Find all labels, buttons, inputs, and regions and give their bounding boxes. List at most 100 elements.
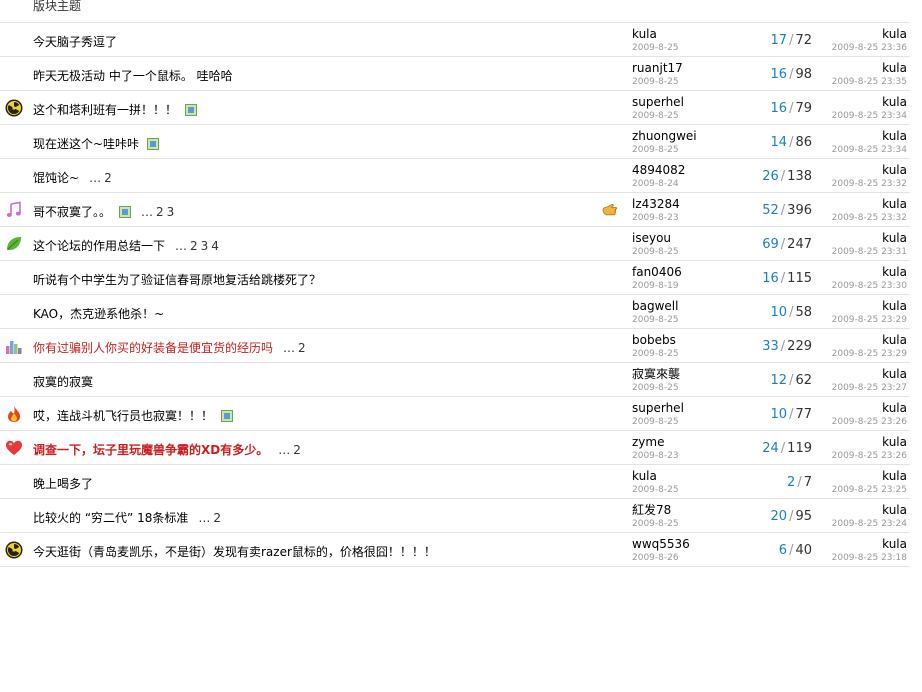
last-post-time-link[interactable]: 2009-8-25 23:29 bbox=[832, 349, 907, 359]
thread-title-link[interactable]: 这个和塔利班有一拼！！！ bbox=[33, 103, 177, 117]
view-count: 58 bbox=[795, 305, 812, 320]
page-link[interactable]: 2 bbox=[156, 205, 164, 219]
thread-title-link[interactable]: 今天逛街（青岛麦凯乐，不是街）发现有卖razer鼠标的，价格很囧！！！！ bbox=[33, 545, 436, 559]
thread-title-link[interactable]: 今天脑子秀逗了 bbox=[33, 35, 117, 49]
author-link[interactable]: kula bbox=[632, 27, 679, 41]
page-link[interactable]: 2 bbox=[298, 341, 306, 355]
page-link[interactable]: 2 bbox=[293, 443, 301, 457]
thread-title-link[interactable]: 这个论坛的作用总结一下 bbox=[33, 239, 165, 253]
last-post-time-link[interactable]: 2009-8-25 23:30 bbox=[832, 281, 907, 291]
view-count: 77 bbox=[795, 407, 812, 422]
thread-title-cell: 这个和塔利班有一拼！！！ bbox=[33, 101, 198, 118]
heart-icon bbox=[5, 439, 23, 457]
last-post: kula 2009-8-25 23:30 bbox=[832, 265, 907, 291]
thread-title-link[interactable]: 昨天无极活动 中了一个鼠标。 哇哈哈 bbox=[33, 69, 233, 83]
last-post-time-link[interactable]: 2009-8-25 23:34 bbox=[832, 111, 907, 121]
reply-view-counts: 17/72 bbox=[771, 33, 812, 48]
last-post-user-link[interactable]: kula bbox=[832, 333, 907, 347]
reply-view-counts: 69/247 bbox=[762, 237, 812, 252]
thread-title-link[interactable]: 调查一下，坛子里玩魔兽争霸的XD有多少。 bbox=[33, 443, 268, 457]
count-separator: / bbox=[780, 203, 786, 218]
thread-title-link[interactable]: 你有过骗别人你买的好装备是便宜货的经历吗 bbox=[33, 341, 273, 355]
page-link[interactable]: 2 bbox=[104, 171, 112, 185]
last-post-time-link[interactable]: 2009-8-25 23:32 bbox=[832, 213, 907, 223]
last-post-user-link[interactable]: kula bbox=[832, 27, 907, 41]
thread-row: 馄饨论~ … 2 4894082 2009-8-24 26/138 kula 2009-8-2… bbox=[0, 159, 910, 193]
author-link[interactable]: 4894082 bbox=[632, 163, 685, 177]
author-link[interactable]: 寂寞來襲 bbox=[632, 367, 680, 381]
author-link[interactable]: bobebs bbox=[632, 333, 679, 347]
last-post-user-link[interactable]: kula bbox=[832, 61, 907, 75]
last-post-time-link[interactable]: 2009-8-25 23:26 bbox=[832, 451, 907, 461]
last-post-user-link[interactable]: kula bbox=[832, 401, 907, 415]
last-post-time-link[interactable]: 2009-8-25 23:24 bbox=[832, 519, 907, 529]
thread-row: 今天逛街（青岛麦凯乐，不是街）发现有卖razer鼠标的，价格很囧！！！！ wwq5… bbox=[0, 533, 910, 567]
reply-view-counts: 33/229 bbox=[762, 339, 812, 354]
author-link[interactable]: 紅发78 bbox=[632, 503, 679, 517]
page-link[interactable]: 3 bbox=[167, 205, 175, 219]
last-post-time-link[interactable]: 2009-8-25 23:35 bbox=[832, 77, 907, 87]
thread-title-link[interactable]: 晚上喝多了 bbox=[33, 477, 93, 491]
page-link[interactable]: 3 bbox=[201, 239, 209, 253]
last-post-user-link[interactable]: kula bbox=[832, 265, 907, 279]
author-link[interactable]: ruanjt17 bbox=[632, 61, 683, 75]
author-link[interactable]: iseyou bbox=[632, 231, 679, 245]
reply-count: 17 bbox=[770, 33, 788, 48]
thread-title-link[interactable]: 馄饨论~ bbox=[33, 171, 79, 185]
last-post-user-link[interactable]: kula bbox=[832, 299, 907, 313]
post-date: 2009-8-25 bbox=[632, 315, 679, 325]
last-post-time-link[interactable]: 2009-8-25 23:25 bbox=[832, 485, 907, 495]
last-post-user-link[interactable]: kula bbox=[832, 163, 907, 177]
page-link[interactable]: 2 bbox=[213, 511, 221, 525]
last-post-time-link[interactable]: 2009-8-25 23:36 bbox=[832, 43, 907, 53]
last-post: kula 2009-8-25 23:34 bbox=[832, 95, 907, 121]
count-separator: / bbox=[780, 271, 786, 286]
last-post-user-link[interactable]: kula bbox=[832, 129, 907, 143]
author-link[interactable]: fan0406 bbox=[632, 265, 682, 279]
author-link[interactable]: zyme bbox=[632, 435, 679, 449]
author-link[interactable]: superhel bbox=[632, 95, 684, 109]
view-count: 40 bbox=[795, 543, 812, 558]
last-post: kula 2009-8-25 23:18 bbox=[832, 537, 907, 563]
thread-row: 这个和塔利班有一拼！！！ superhel 2009-8-25 16/79 kula 20… bbox=[0, 91, 910, 125]
thread-title-link[interactable]: 哥不寂寞了。。 bbox=[33, 205, 111, 219]
last-post-time-link[interactable]: 2009-8-25 23:32 bbox=[832, 179, 907, 189]
last-post-user-link[interactable]: kula bbox=[832, 503, 907, 517]
last-post-time-link[interactable]: 2009-8-25 23:27 bbox=[832, 383, 907, 393]
last-post-time-link[interactable]: 2009-8-25 23:18 bbox=[832, 553, 907, 563]
author-link[interactable]: zhuongwei bbox=[632, 129, 697, 143]
author-link[interactable]: superhel bbox=[632, 401, 684, 415]
reply-count: 6 bbox=[778, 543, 788, 558]
thread-title-link[interactable]: 现在迷这个~哇咔咔 bbox=[33, 137, 139, 151]
thread-author: ruanjt17 2009-8-25 bbox=[632, 61, 683, 87]
last-post-time-link[interactable]: 2009-8-25 23:26 bbox=[832, 417, 907, 427]
thread-title-cell: 现在迷这个~哇咔咔 bbox=[33, 135, 160, 152]
thread-list: 版块主题 今天脑子秀逗了 kula 2009-8-25 17/72 kula 2009-8… bbox=[0, 0, 910, 567]
reply-count: 14 bbox=[770, 135, 788, 150]
author-link[interactable]: bagwell bbox=[632, 299, 679, 313]
count-separator: / bbox=[780, 169, 786, 184]
last-post-user-link[interactable]: kula bbox=[832, 367, 907, 381]
thread-title-link[interactable]: KAO，杰克逊系他杀！~ bbox=[33, 307, 164, 321]
last-post-user-link[interactable]: kula bbox=[832, 469, 907, 483]
thread-title-link[interactable]: 听说有个中学生为了验证信春哥原地复活给跳楼死了？ bbox=[33, 273, 321, 287]
last-post-user-link[interactable]: kula bbox=[832, 537, 907, 551]
last-post-time-link[interactable]: 2009-8-25 23:34 bbox=[832, 145, 907, 155]
thread-title-link[interactable]: 哎，连战斗机飞行员也寂寞！！！ bbox=[33, 409, 213, 423]
page-link[interactable]: 4 bbox=[211, 239, 219, 253]
image-attachment-icon bbox=[185, 104, 198, 116]
thread-title-link[interactable]: 寂寞的寂寞 bbox=[33, 375, 93, 389]
thread-title-link[interactable]: 比较火的 “穷二代” 18条标准 bbox=[33, 511, 188, 525]
last-post-time-link[interactable]: 2009-8-25 23:31 bbox=[832, 247, 907, 257]
page-link[interactable]: 2 bbox=[190, 239, 198, 253]
count-separator: / bbox=[780, 237, 786, 252]
last-post-time-link[interactable]: 2009-8-25 23:29 bbox=[832, 315, 907, 325]
last-post-user-link[interactable]: kula bbox=[832, 435, 907, 449]
last-post-user-link[interactable]: kula bbox=[832, 197, 907, 211]
post-date: 2009-8-25 bbox=[632, 519, 679, 529]
author-link[interactable]: kula bbox=[632, 469, 679, 483]
author-link[interactable]: wwq5536 bbox=[632, 537, 690, 551]
last-post-user-link[interactable]: kula bbox=[832, 231, 907, 245]
last-post-user-link[interactable]: kula bbox=[832, 95, 907, 109]
author-link[interactable]: lz43284 bbox=[632, 197, 680, 211]
